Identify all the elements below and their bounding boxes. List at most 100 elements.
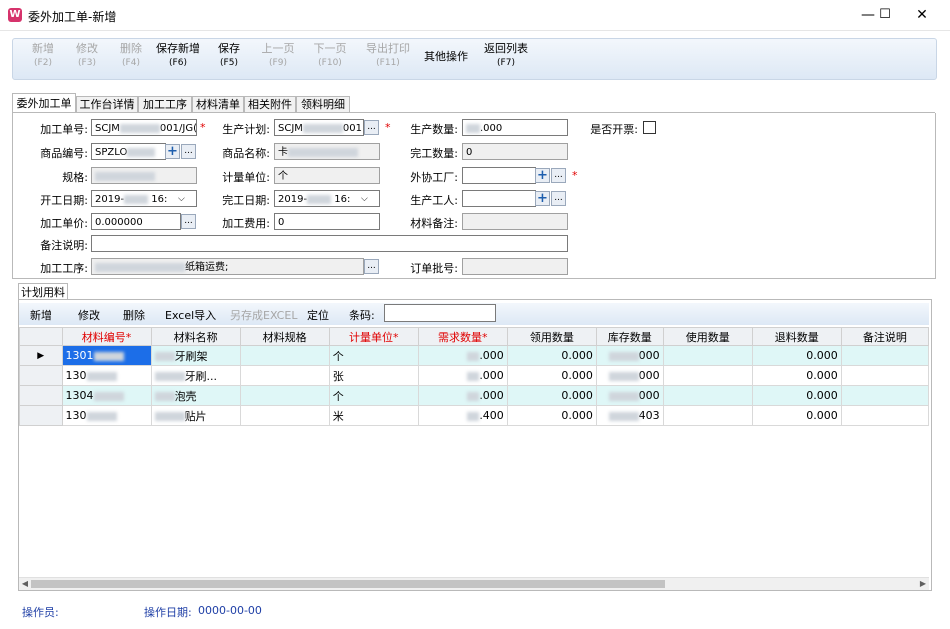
cell-returned-qty[interactable]: 0.000 xyxy=(751,365,842,386)
close-button[interactable]: ✕ xyxy=(899,0,945,30)
vendor-field[interactable] xyxy=(462,167,536,184)
horizontal-scrollbar[interactable]: ◀ ▶ xyxy=(19,577,929,590)
cell-stock-qty[interactable]: 403 xyxy=(595,405,664,426)
col-header-demand-qty[interactable]: 需求数量* xyxy=(417,327,508,346)
cell-returned-qty[interactable]: 0.000 xyxy=(751,385,842,406)
col-header-unit[interactable]: 计量单位* xyxy=(328,327,419,346)
back-to-list-button[interactable]: 返回列表 (F7) xyxy=(481,42,531,76)
new-button[interactable]: 新增 (F2) xyxy=(23,42,63,76)
excel-import-button[interactable]: Excel导入 xyxy=(165,307,216,323)
cell-issued-qty[interactable]: 0.000 xyxy=(506,405,597,426)
grid-delete-button[interactable]: 删除 xyxy=(123,307,145,323)
tab-materials[interactable]: 材料清单 xyxy=(192,96,244,113)
cell-unit[interactable]: 米 xyxy=(328,405,419,426)
next-page-button[interactable]: 下一页 (F10) xyxy=(309,42,351,76)
cell-material-spec[interactable] xyxy=(239,345,330,366)
col-header-issued-qty[interactable]: 领用数量 xyxy=(506,327,597,346)
cell-used-qty[interactable] xyxy=(662,345,753,366)
cell-used-qty[interactable] xyxy=(662,365,753,386)
order-no-field[interactable]: SCJM 001/JG( xyxy=(91,119,197,136)
cell-material-spec[interactable] xyxy=(239,385,330,406)
worker-field[interactable] xyxy=(462,190,536,207)
table-row[interactable]: 130 牙刷... 张 .000 0.000 000 0.000 xyxy=(19,365,930,386)
cell-unit[interactable]: 个 xyxy=(328,345,419,366)
cell-note[interactable] xyxy=(840,345,930,366)
other-actions-button[interactable]: 其他操作 xyxy=(421,50,471,84)
cell-unit[interactable]: 个 xyxy=(328,385,419,406)
vendor-lookup-button[interactable]: ... xyxy=(551,168,566,183)
save-and-new-button[interactable]: 保存新增 (F6) xyxy=(153,42,203,76)
finish-date-field[interactable]: 2019- 16: ⌵ xyxy=(274,190,380,207)
cell-note[interactable] xyxy=(840,405,930,426)
tab-outsource-order[interactable]: 委外加工单 xyxy=(12,93,76,114)
table-row[interactable]: 130 贴片 米 .400 0.000 403 0.000 xyxy=(19,405,930,426)
table-row[interactable]: 1304 泡壳 个 .000 0.000 000 0.000 xyxy=(19,385,930,406)
plan-lookup-button[interactable]: ... xyxy=(364,120,379,135)
cell-material-spec[interactable] xyxy=(239,405,330,426)
cell-demand-qty[interactable]: .000 xyxy=(417,385,508,406)
edit-button[interactable]: 修改 (F3) xyxy=(67,42,107,76)
cell-material-code[interactable]: 130 xyxy=(61,365,152,386)
cell-material-name[interactable]: 牙刷架 xyxy=(150,345,241,366)
cell-issued-qty[interactable]: 0.000 xyxy=(506,345,597,366)
cell-material-code[interactable]: 1304 xyxy=(61,385,152,406)
remark-field[interactable] xyxy=(91,235,568,252)
cell-issued-qty[interactable]: 0.000 xyxy=(506,365,597,386)
cell-used-qty[interactable] xyxy=(662,385,753,406)
product-code-field[interactable]: SPZLO xyxy=(91,143,166,160)
scroll-left-icon[interactable]: ◀ xyxy=(19,578,31,590)
plus-icon[interactable]: + xyxy=(165,144,180,159)
locate-button[interactable]: 定位 xyxy=(307,307,329,323)
cell-material-code[interactable]: 130 xyxy=(61,405,152,426)
delete-button[interactable]: 删除 (F4) xyxy=(111,42,151,76)
table-row[interactable]: ▶ 1301 牙刷架 个 .000 0.000 000 0.000 xyxy=(19,345,930,366)
prev-page-button[interactable]: 上一页 (F9) xyxy=(257,42,299,76)
cell-stock-qty[interactable]: 000 xyxy=(595,385,664,406)
save-button[interactable]: 保存 (F5) xyxy=(211,42,247,76)
cell-stock-qty[interactable]: 000 xyxy=(595,345,664,366)
tab-process[interactable]: 加工工序 xyxy=(138,96,192,113)
col-header-used-qty[interactable]: 使用数量 xyxy=(662,327,753,346)
price-field[interactable]: 0.000000 xyxy=(91,213,181,230)
cell-stock-qty[interactable]: 000 xyxy=(595,365,664,386)
cell-material-name[interactable]: 贴片 xyxy=(150,405,241,426)
cell-used-qty[interactable] xyxy=(662,405,753,426)
tab-picking-detail[interactable]: 领料明细 xyxy=(296,96,350,113)
cell-demand-qty[interactable]: .400 xyxy=(417,405,508,426)
plus-icon[interactable]: + xyxy=(535,191,550,206)
plan-field[interactable]: SCJM 001 xyxy=(274,119,364,136)
cell-material-spec[interactable] xyxy=(239,365,330,386)
cell-note[interactable] xyxy=(840,365,930,386)
grid-edit-button[interactable]: 修改 xyxy=(78,307,100,323)
cell-issued-qty[interactable]: 0.000 xyxy=(506,385,597,406)
col-header-material-code[interactable]: 材料编号* xyxy=(61,327,152,346)
cell-material-name[interactable]: 泡壳 xyxy=(150,385,241,406)
col-header-stock-qty[interactable]: 库存数量 xyxy=(595,327,664,346)
cell-demand-qty[interactable]: .000 xyxy=(417,345,508,366)
col-header-returned-qty[interactable]: 退料数量 xyxy=(751,327,842,346)
plus-icon[interactable]: + xyxy=(535,168,550,183)
tab-workbench-detail[interactable]: 工作台详情 xyxy=(76,96,138,113)
col-header-material-spec[interactable]: 材料规格 xyxy=(239,327,330,346)
product-lookup-button[interactable]: ... xyxy=(181,144,196,159)
cell-unit[interactable]: 张 xyxy=(328,365,419,386)
fee-field[interactable]: 0 xyxy=(274,213,380,230)
start-date-field[interactable]: 2019- 16: ⌵ xyxy=(91,190,197,207)
process-lookup-button[interactable]: ... xyxy=(364,259,379,274)
cell-note[interactable] xyxy=(840,385,930,406)
cell-material-name[interactable]: 牙刷... xyxy=(150,365,241,386)
cell-demand-qty[interactable]: .000 xyxy=(417,365,508,386)
cell-material-code[interactable]: 1301 xyxy=(61,345,152,366)
worker-lookup-button[interactable]: ... xyxy=(551,191,566,206)
col-header-note[interactable]: 备注说明 xyxy=(840,327,930,346)
chevron-down-icon[interactable]: ⌵ xyxy=(178,191,185,206)
cell-returned-qty[interactable]: 0.000 xyxy=(751,405,842,426)
scrollbar-thumb[interactable] xyxy=(31,580,665,588)
cell-returned-qty[interactable]: 0.000 xyxy=(751,345,842,366)
chevron-down-icon[interactable]: ⌵ xyxy=(361,191,368,206)
tab-attachments[interactable]: 相关附件 xyxy=(244,96,296,113)
barcode-input[interactable] xyxy=(384,304,496,322)
grid-new-button[interactable]: 新增 xyxy=(30,307,52,323)
export-print-button[interactable]: 导出打印 (F11) xyxy=(363,42,413,76)
price-lookup-button[interactable]: ... xyxy=(181,214,196,229)
